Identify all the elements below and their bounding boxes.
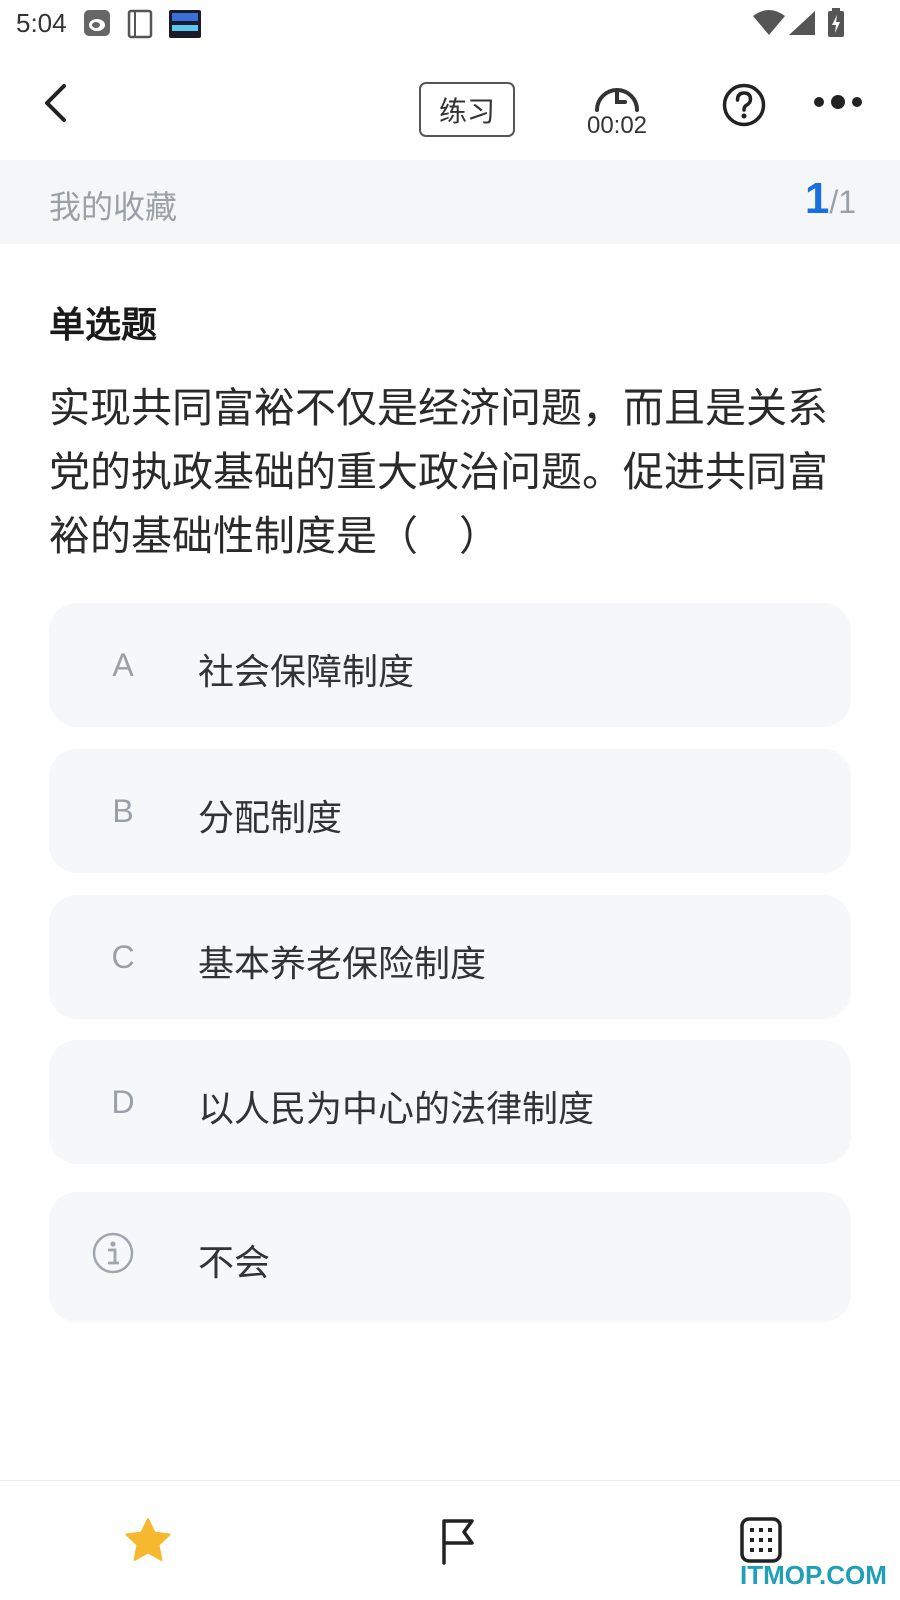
question-counter: 1/1: [805, 174, 856, 224]
question-type: 单选题: [49, 305, 158, 346]
option-letter: C: [111, 939, 135, 975]
counter-current: 1: [804, 174, 830, 223]
flag-icon[interactable]: [438, 1517, 478, 1565]
option-b[interactable]: B 分配制度: [49, 749, 851, 873]
counter-separator: /: [829, 184, 839, 220]
more-dots-icon[interactable]: [812, 92, 864, 112]
breadcrumb: 我的收藏 1/1: [0, 160, 900, 244]
counter-total: 1: [838, 184, 856, 220]
cell-signal-icon: [789, 11, 815, 35]
battery-charging-icon: [828, 8, 844, 37]
answer-sheet-icon[interactable]: [740, 1517, 782, 1563]
option-text: 分配制度: [198, 798, 343, 839]
back-button[interactable]: [30, 75, 80, 130]
option-letter: A: [112, 647, 134, 683]
option-text: 不会: [198, 1243, 271, 1284]
option-letter: D: [111, 1084, 135, 1120]
toolbar: 练习 00:02: [0, 50, 900, 160]
option-a[interactable]: A 社会保障制度: [49, 603, 851, 727]
option-text: 社会保障制度: [198, 652, 415, 693]
clock-widget-icon: [169, 10, 201, 38]
status-time: 5:04: [16, 8, 67, 38]
timer-icon: [595, 88, 639, 112]
chevron-left-icon: [45, 83, 66, 122]
status-bar: 5:04: [0, 0, 900, 50]
star-icon[interactable]: [124, 1517, 172, 1563]
option-text: 基本养老保险制度: [198, 944, 487, 985]
option-dont-know[interactable]: 不会: [49, 1192, 851, 1322]
book-icon: [127, 9, 153, 39]
option-c[interactable]: C 基本养老保险制度: [49, 895, 851, 1019]
question-text: 实现共同富裕不仅是经济问题，而且是关系党的执政基础的重大政治问题。促进共同富裕的…: [49, 384, 828, 560]
breadcrumb-title: 我的收藏: [49, 188, 178, 226]
option-letter: B: [112, 793, 134, 829]
option-text: 以人民为中心的法律制度: [198, 1089, 595, 1130]
watermark: ITMOP.COM: [740, 1560, 887, 1590]
practice-mode-button[interactable]: 练习: [419, 82, 515, 137]
timer[interactable]: 00:02: [578, 80, 656, 150]
wifi-icon: [753, 10, 785, 35]
info-circle-icon: [92, 1232, 134, 1274]
question-circle-icon[interactable]: [722, 83, 766, 127]
timer-value: 00:02: [586, 112, 648, 139]
sina-weibo-icon: [84, 10, 110, 36]
option-d[interactable]: D 以人民为中心的法律制度: [49, 1040, 851, 1164]
